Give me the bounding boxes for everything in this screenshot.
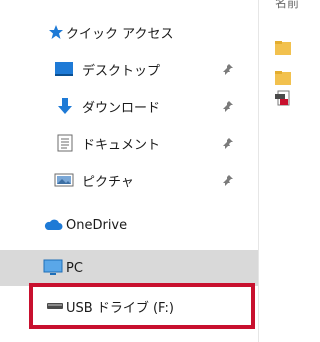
nav-item-label: デスクトップ [82, 63, 161, 79]
star-icon [46, 22, 66, 42]
download-arrow-icon [55, 96, 75, 116]
column-header-name[interactable]: 名前 [275, 0, 299, 11]
navigation-pane: クイック アクセス デスクトップ ダウンロード ドキュメント ピクチャ OneD… [0, 0, 258, 342]
pictures-icon [54, 170, 74, 190]
nav-item-pictures[interactable]: ピクチャ [0, 162, 258, 198]
nav-item-downloads[interactable]: ダウンロード [0, 88, 258, 124]
nav-item-label: ドキュメント [82, 137, 161, 153]
nav-item-pc[interactable]: PC [0, 250, 258, 286]
nav-item-label: ダウンロード [82, 100, 161, 116]
pin-icon[interactable] [222, 137, 234, 149]
content-pane: 名前 [259, 0, 301, 342]
desktop-icon [54, 59, 74, 79]
folder-icon[interactable] [275, 70, 291, 86]
cloud-icon [43, 215, 63, 235]
nav-item-label: ピクチャ [82, 174, 134, 190]
nav-item-quick-access[interactable]: クイック アクセス [0, 14, 258, 50]
executable-file-icon[interactable] [275, 90, 291, 106]
computer-icon [43, 258, 63, 278]
nav-item-desktop[interactable]: デスクトップ [0, 51, 258, 87]
nav-item-usb-drive[interactable]: USB ドライブ (F:) [0, 288, 258, 324]
nav-item-label: クイック アクセス [66, 26, 174, 42]
nav-item-onedrive[interactable]: OneDrive [0, 207, 258, 243]
pin-icon[interactable] [222, 174, 234, 186]
nav-item-label: OneDrive [66, 217, 128, 233]
pin-icon[interactable] [222, 100, 234, 112]
nav-item-documents[interactable]: ドキュメント [0, 125, 258, 161]
usb-drive-icon [45, 296, 65, 316]
folder-icon[interactable] [275, 40, 291, 56]
document-icon [55, 133, 75, 153]
nav-item-label: USB ドライブ (F:) [66, 300, 174, 316]
pin-icon[interactable] [222, 63, 234, 75]
nav-item-label: PC [66, 260, 83, 276]
